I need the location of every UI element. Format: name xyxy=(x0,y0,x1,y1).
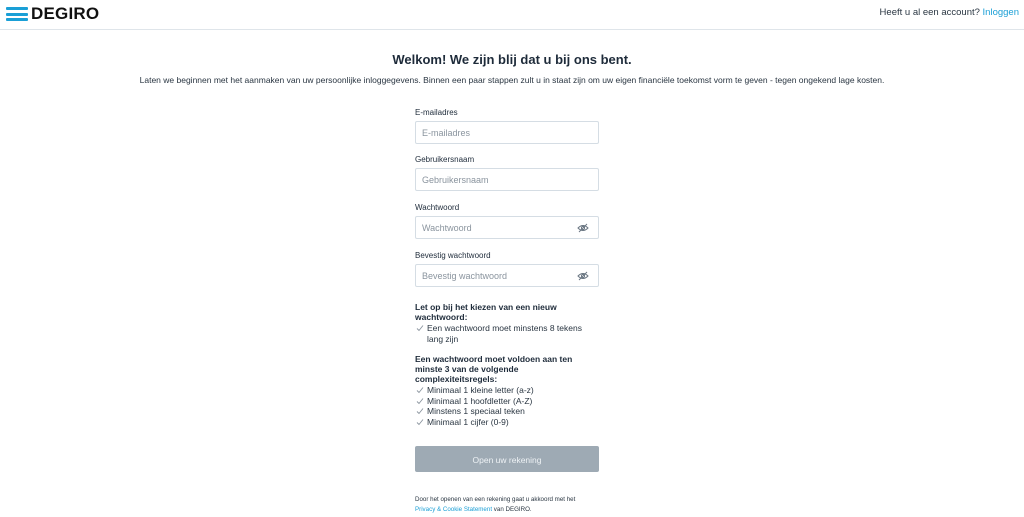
eye-slash-icon[interactable] xyxy=(577,223,589,233)
open-account-button[interactable]: Open uw rekening xyxy=(415,446,599,472)
registration-form: E-mailadres Gebruikersnaam Wachtwoord Be… xyxy=(415,108,599,427)
terms-suffix: van DEGIRO. xyxy=(493,506,532,513)
confirm-password-field-wrapper xyxy=(415,264,599,287)
complexity-rule-text: Minimaal 1 cijfer (0-9) xyxy=(427,416,509,427)
password-label: Wachtwoord xyxy=(415,203,460,212)
email-field[interactable] xyxy=(416,122,598,143)
logo-text: DEGIRO xyxy=(31,4,100,23)
complexity-rule-text: Minimaal 1 hoofdletter (A-Z) xyxy=(427,395,533,406)
password-rules-heading: Let op bij het kiezen van een nieuw wach… xyxy=(415,302,557,322)
email-field-wrapper xyxy=(415,121,599,144)
logo-mark-icon xyxy=(6,7,28,21)
username-field[interactable] xyxy=(416,169,598,190)
complexity-rule: Minimaal 1 hoofdletter (A-Z) xyxy=(415,396,599,407)
terms-notice: Door het openen van een rekening gaat u … xyxy=(415,495,635,515)
check-icon xyxy=(416,408,424,415)
top-bar: DEGIRO Heeft u al een account? Inloggen xyxy=(0,0,1024,30)
degiro-logo[interactable]: DEGIRO xyxy=(6,5,99,23)
complexity-rule: Minimaal 1 cijfer (0-9) xyxy=(415,417,599,428)
account-prompt: Heeft u al een account? Inloggen xyxy=(880,7,1019,18)
account-question: Heeft u al een account? xyxy=(879,7,980,18)
confirm-password-label: Bevestig wachtwoord xyxy=(415,251,491,260)
complexity-rules-heading: Een wachtwoord moet voldoen aan ten mins… xyxy=(415,354,573,384)
check-icon xyxy=(416,397,424,404)
password-field[interactable] xyxy=(416,217,598,238)
complexity-rule: Minstens 1 speciaal teken xyxy=(415,406,599,417)
eye-slash-icon[interactable] xyxy=(577,271,589,281)
complexity-rule-text: Minimaal 1 kleine letter (a-z) xyxy=(427,385,534,395)
password-field-wrapper xyxy=(415,216,599,239)
complexity-rule-text: Minstens 1 speciaal teken xyxy=(427,406,525,416)
privacy-cookie-link[interactable]: Privacy & Cookie Statement xyxy=(415,506,492,513)
username-label: Gebruikersnaam xyxy=(415,155,475,164)
username-field-wrapper xyxy=(415,168,599,191)
page-subtitle: Laten we beginnen met het aanmaken van u… xyxy=(139,75,885,85)
email-label: E-mailadres xyxy=(415,108,458,117)
page-title: Welkom! We zijn blij dat u bij ons bent. xyxy=(392,52,632,67)
password-rule-length-text: Een wachtwoord moet minstens 8 tekens la… xyxy=(427,323,582,344)
terms-prefix: Door het openen van een rekening gaat u … xyxy=(415,496,576,503)
check-icon xyxy=(416,325,424,332)
password-rule-length: Een wachtwoord moet minstens 8 tekens la… xyxy=(415,323,599,344)
check-icon xyxy=(416,387,424,394)
confirm-password-field[interactable] xyxy=(416,265,598,286)
complexity-rule: Minimaal 1 kleine letter (a-z) xyxy=(415,385,599,396)
check-icon xyxy=(416,418,424,425)
login-link[interactable]: Inloggen xyxy=(983,7,1019,18)
